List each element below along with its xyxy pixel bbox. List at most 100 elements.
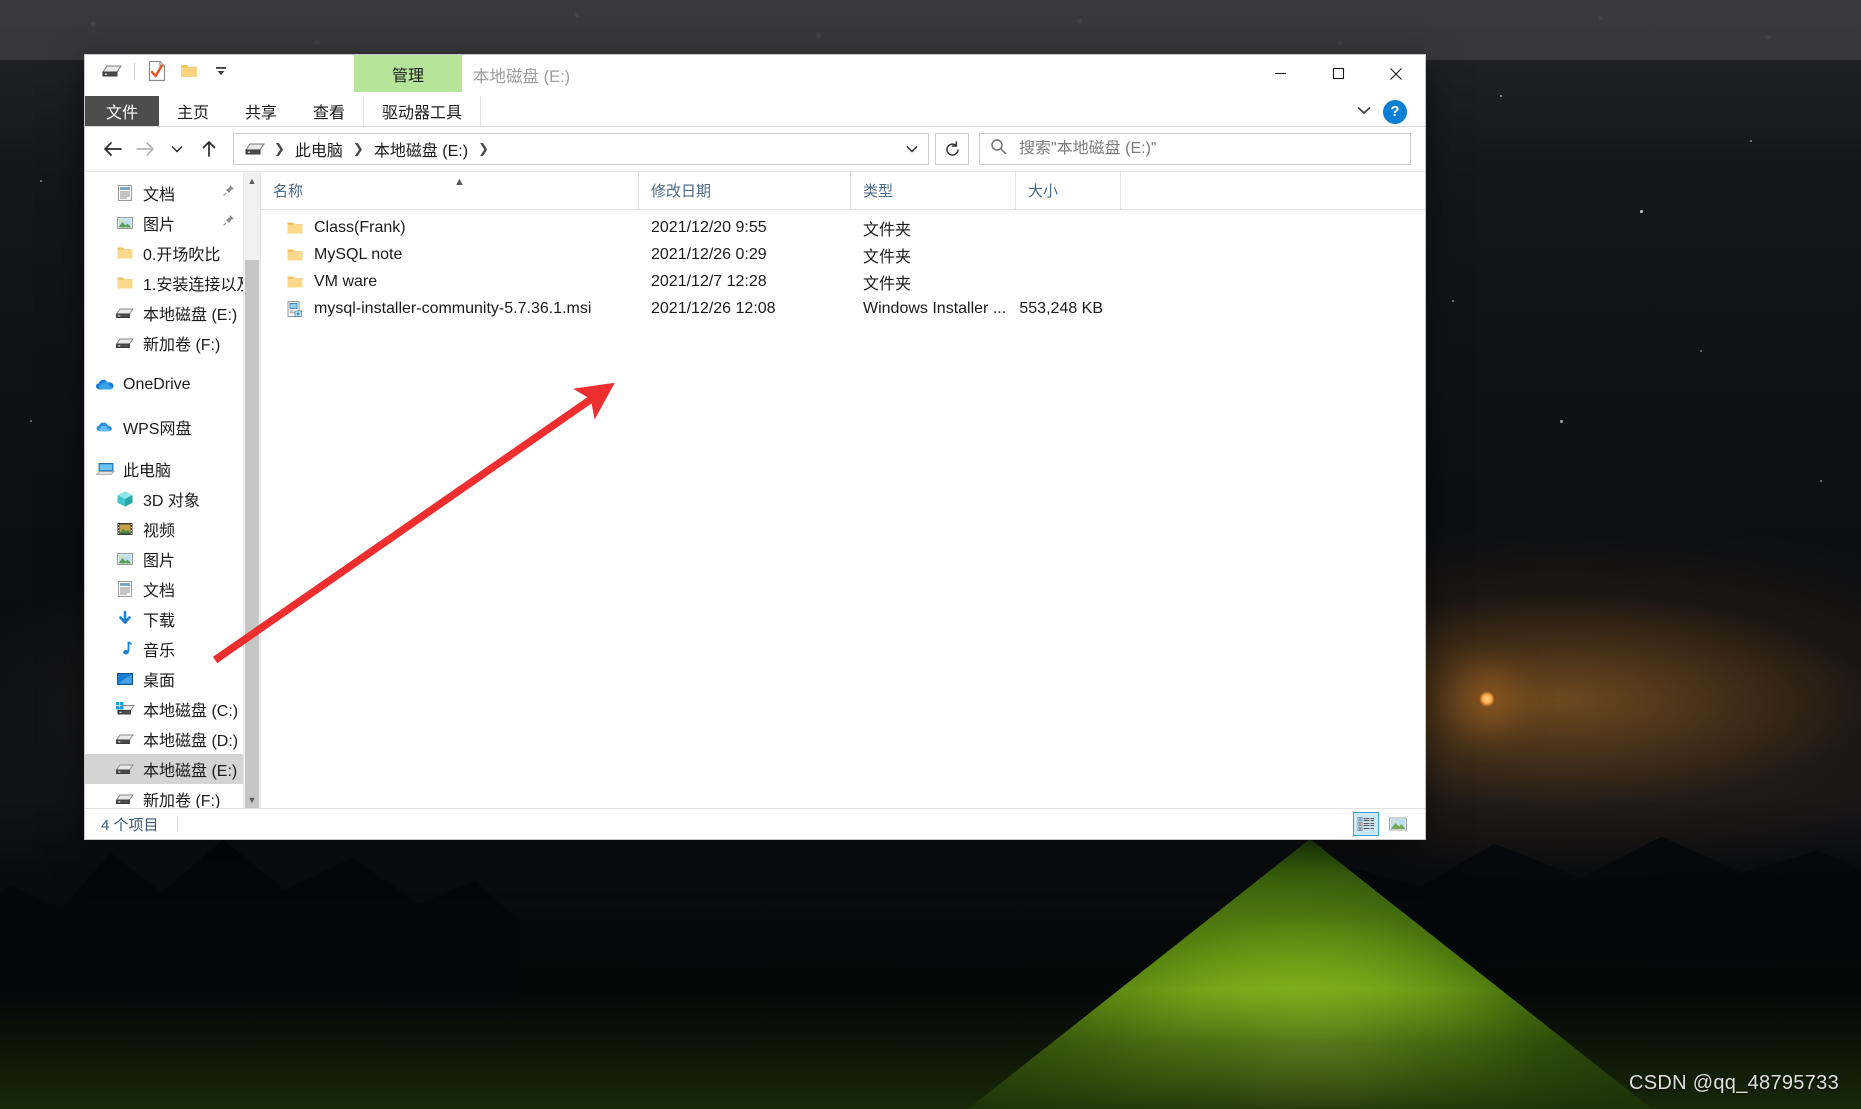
table-row[interactable]: mysql-installer-community-5.7.36.1.msi 2… bbox=[261, 295, 1425, 322]
breadcrumb-separator: ❯ bbox=[352, 141, 364, 156]
sidebar-item-local-disk-e-quick[interactable]: 本地磁盘 (E:) bbox=[85, 298, 243, 328]
address-bar-row: ❯ 此电脑 ❯ 本地磁盘 (E:) ❯ bbox=[85, 127, 1425, 171]
breadcrumb-separator: ❯ bbox=[478, 141, 489, 156]
file-size-cell: 553,248 KB bbox=[1019, 299, 1103, 317]
minimize-button[interactable] bbox=[1251, 55, 1309, 92]
sidebar-item-folder-1[interactable]: 1.安装连接以及配 bbox=[85, 268, 243, 298]
qat-properties-icon[interactable] bbox=[144, 58, 170, 84]
scrollbar-up-arrow[interactable]: ▲ bbox=[244, 172, 260, 189]
sidebar-item-documents-quick[interactable]: 文档 bbox=[85, 178, 243, 208]
file-name-cell: VM ware bbox=[261, 272, 639, 292]
breadcrumb-this-pc[interactable]: 此电脑 bbox=[290, 134, 348, 164]
close-button[interactable] bbox=[1367, 55, 1425, 92]
large-icons-view-button[interactable] bbox=[1385, 812, 1411, 836]
file-type-cell: 文件夹 bbox=[863, 221, 912, 239]
sidebar-item-downloads[interactable]: 下载 bbox=[85, 604, 243, 634]
qat-drive-icon[interactable] bbox=[99, 58, 125, 84]
folder-icon bbox=[285, 272, 305, 292]
onedrive-icon bbox=[95, 375, 115, 395]
sidebar-item-label: 下载 bbox=[143, 613, 176, 630]
ribbon-collapse-icon[interactable] bbox=[1355, 103, 1373, 121]
pin-icon bbox=[222, 184, 235, 202]
folder-icon bbox=[115, 273, 135, 293]
address-dropdown-icon[interactable] bbox=[898, 135, 926, 163]
sidebar-item-label: 文档 bbox=[143, 187, 176, 204]
column-header-size[interactable]: 大小 bbox=[1016, 172, 1121, 209]
column-headers: 名称 ▲ 修改日期 类型 大小 bbox=[261, 172, 1425, 210]
table-row[interactable]: VM ware 2021/12/7 12:28 文件夹 bbox=[261, 268, 1425, 295]
file-name-text: VM ware bbox=[314, 272, 378, 290]
scrollbar-down-arrow[interactable]: ▼ bbox=[244, 791, 260, 808]
sidebar-item-label: 3D 对象 bbox=[143, 493, 200, 510]
details-view-button[interactable] bbox=[1353, 812, 1379, 836]
file-date-cell: 2021/12/26 12:08 bbox=[651, 299, 776, 317]
drive-icon bbox=[115, 729, 135, 749]
sidebar-item-wps-cloud[interactable]: WPS网盘 bbox=[85, 412, 243, 442]
nav-group-gap bbox=[85, 400, 243, 412]
table-row[interactable]: MySQL note 2021/12/26 0:29 文件夹 bbox=[261, 241, 1425, 268]
refresh-button[interactable] bbox=[935, 133, 969, 165]
sidebar-item-videos[interactable]: 视频 bbox=[85, 514, 243, 544]
breadcrumb-separator: ❯ bbox=[274, 141, 285, 156]
qat-new-folder-icon[interactable] bbox=[176, 58, 202, 84]
folder-icon bbox=[285, 245, 305, 265]
search-box[interactable] bbox=[979, 133, 1411, 165]
address-bar[interactable]: ❯ 此电脑 ❯ 本地磁盘 (E:) ❯ bbox=[233, 133, 929, 165]
sidebar-item-3d-objects[interactable]: 3D 对象 bbox=[85, 484, 243, 514]
column-header-name[interactable]: 名称 ▲ bbox=[261, 172, 639, 209]
search-input[interactable] bbox=[1019, 140, 1400, 158]
up-button[interactable] bbox=[193, 133, 225, 165]
breadcrumb: ❯ 此电脑 ❯ 本地磁盘 (E:) ❯ bbox=[242, 134, 898, 164]
sidebar-item-this-pc[interactable]: 此电脑 bbox=[85, 454, 243, 484]
sidebar-item-pictures-quick[interactable]: 图片 bbox=[85, 208, 243, 238]
file-type-cell: Windows Installer ... bbox=[863, 299, 1007, 317]
tab-home[interactable]: 主页 bbox=[159, 96, 227, 126]
explorer-body: 文档 图片 0.开场吹比 1.安装连接以 本地磁盘 (E:) 新加卷 (F:) … bbox=[85, 171, 1425, 808]
breadcrumb-local-disk-e[interactable]: 本地磁盘 (E:) bbox=[369, 134, 473, 164]
file-rows: Class(Frank) 2021/12/20 9:55 文件夹 MySQL n… bbox=[261, 210, 1425, 808]
address-drive-icon bbox=[242, 141, 269, 157]
forward-button[interactable] bbox=[129, 133, 161, 165]
sidebar-item-label: 0.开场吹比 bbox=[143, 247, 221, 264]
back-button[interactable] bbox=[97, 133, 129, 165]
sidebar-item-local-disk-e[interactable]: 本地磁盘 (E:) bbox=[85, 754, 243, 784]
file-name-cell: Class(Frank) bbox=[261, 218, 639, 238]
navigation-scrollbar[interactable]: ▲ ▼ bbox=[243, 172, 260, 808]
sidebar-item-new-volume-f[interactable]: 新加卷 (F:) bbox=[85, 784, 243, 808]
sidebar-item-folder-0[interactable]: 0.开场吹比 bbox=[85, 238, 243, 268]
sidebar-item-desktop[interactable]: 桌面 bbox=[85, 664, 243, 694]
contextual-tool-label: 管理 bbox=[391, 67, 424, 85]
scrollbar-thumb[interactable] bbox=[245, 260, 259, 808]
sidebar-item-label: 图片 bbox=[143, 553, 176, 570]
sidebar-item-label: 1.安装连接以及配 bbox=[143, 277, 243, 294]
tab-share[interactable]: 共享 bbox=[227, 96, 295, 126]
sidebar-item-pictures[interactable]: 图片 bbox=[85, 544, 243, 574]
column-header-type[interactable]: 类型 bbox=[851, 172, 1016, 209]
sidebar-item-documents[interactable]: 文档 bbox=[85, 574, 243, 604]
help-button[interactable]: ? bbox=[1383, 99, 1407, 124]
tab-drive-tools[interactable]: 驱动器工具 bbox=[363, 96, 482, 126]
tab-view[interactable]: 查看 bbox=[295, 96, 363, 126]
this-pc-icon bbox=[95, 459, 115, 479]
qat-customize-icon[interactable] bbox=[208, 58, 234, 84]
star bbox=[1820, 480, 1822, 482]
column-header-date[interactable]: 修改日期 bbox=[639, 172, 851, 209]
sidebar-item-new-volume-f-quick[interactable]: 新加卷 (F:) bbox=[85, 328, 243, 358]
documents-icon bbox=[115, 183, 135, 203]
window-title: 本地磁盘 (E:) bbox=[473, 68, 571, 86]
folder-icon bbox=[115, 243, 135, 263]
sidebar-item-music[interactable]: 音乐 bbox=[85, 634, 243, 664]
title-bar: 管理 本地磁盘 (E:) bbox=[85, 55, 1425, 96]
file-type-cell: 文件夹 bbox=[863, 275, 912, 293]
grass-foreground bbox=[0, 989, 1861, 1109]
sidebar-item-local-disk-c[interactable]: 本地磁盘 (C:) bbox=[85, 694, 243, 724]
table-row[interactable]: Class(Frank) 2021/12/20 9:55 文件夹 bbox=[261, 214, 1425, 241]
sidebar-item-label: WPS网盘 bbox=[123, 421, 192, 438]
sidebar-item-local-disk-d[interactable]: 本地磁盘 (D:) bbox=[85, 724, 243, 754]
tab-file[interactable]: 文件 bbox=[85, 96, 159, 126]
maximize-button[interactable] bbox=[1309, 55, 1367, 92]
sidebar-item-label: 新加卷 (F:) bbox=[143, 337, 221, 354]
drive-icon bbox=[115, 303, 135, 323]
recent-locations-button[interactable] bbox=[161, 133, 193, 165]
sidebar-item-onedrive[interactable]: OneDrive bbox=[85, 370, 243, 400]
